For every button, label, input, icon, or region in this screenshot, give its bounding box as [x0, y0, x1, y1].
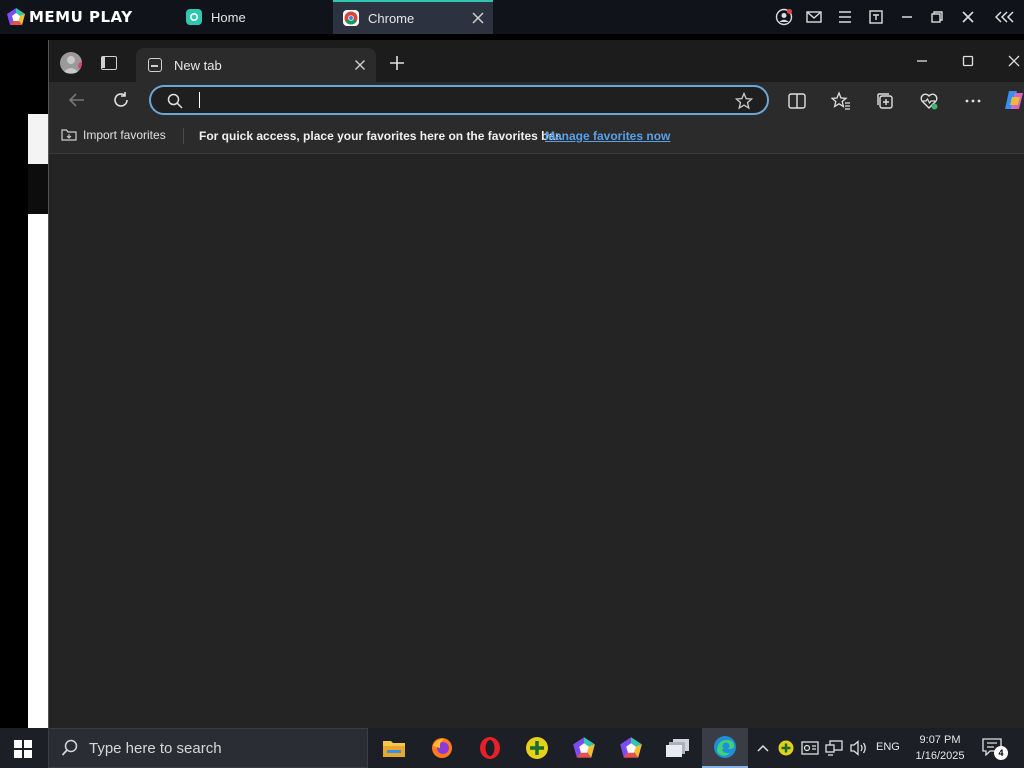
address-bar[interactable] [149, 85, 769, 115]
import-folder-icon [61, 129, 77, 141]
clock-time: 9:07 PM [919, 734, 961, 746]
notifications-button[interactable]: 4 [982, 738, 1008, 760]
edge-minimize-icon[interactable] [915, 54, 929, 68]
memu-tab-label: Chrome [368, 10, 415, 26]
copilot-icon[interactable] [1003, 89, 1024, 111]
profile-avatar[interactable] [60, 52, 82, 74]
browser-essentials-icon[interactable] [919, 91, 939, 111]
clock-date: 1/16/2025 [915, 750, 965, 762]
profile-badge [78, 62, 82, 69]
new-tab-page-icon [148, 58, 162, 72]
back-arrow-icon[interactable] [67, 90, 87, 110]
tab-new-tab[interactable]: New tab [136, 48, 376, 82]
favorites-hint-text: For quick access, place your favorites h… [199, 129, 563, 143]
memu-multi-icon[interactable] [514, 728, 560, 768]
edge-titlebar: New tab [49, 40, 1024, 82]
mail-icon[interactable] [805, 8, 823, 26]
favorites-bar: Import favorites For quick access, place… [49, 118, 1024, 154]
close-tab-icon[interactable] [471, 11, 485, 25]
memu-home-icon [186, 9, 202, 25]
split-screen-icon[interactable] [787, 91, 807, 111]
close-icon[interactable] [959, 8, 977, 26]
collapse-sidebar-icon[interactable] [994, 8, 1016, 26]
memu-tab-chrome[interactable]: Chrome [333, 0, 493, 34]
memu-icon-2[interactable] [608, 728, 654, 768]
new-tab-page-content [49, 154, 1024, 728]
favorites-divider [183, 128, 184, 144]
taskbar-search-placeholder: Type here to search [89, 739, 222, 757]
android-strip [28, 114, 48, 164]
manage-favorites-link[interactable]: Manage favorites now [545, 129, 670, 143]
menu-icon[interactable] [836, 8, 854, 26]
tab-actions-icon[interactable] [101, 56, 117, 70]
minimize-icon[interactable] [898, 8, 916, 26]
memu-logo: MEMU PLAY [6, 7, 133, 27]
tab-title: New tab [174, 57, 222, 73]
volume-icon[interactable] [850, 739, 868, 757]
more-options-icon[interactable] [963, 91, 983, 111]
memu-icon[interactable] [561, 728, 607, 768]
file-explorer-icon[interactable] [371, 728, 417, 768]
search-icon [167, 93, 183, 109]
android-dark-band [28, 164, 48, 214]
account-icon[interactable] [775, 8, 793, 26]
edge-maximize-icon[interactable] [961, 54, 975, 68]
import-favorites-button[interactable]: Import favorites [61, 128, 166, 142]
address-input[interactable] [195, 91, 715, 109]
windows-taskbar: Type here to search ENG 9:07 PM 1/16/202… [0, 728, 1024, 768]
windows-start-icon[interactable] [14, 740, 32, 758]
memu-brand-text: MEMU PLAY [29, 8, 133, 26]
taskbar-clock[interactable]: 9:07 PM 1/16/2025 [906, 732, 974, 764]
android-white-panel [28, 214, 48, 728]
android-background [0, 34, 48, 728]
opera-icon[interactable] [467, 728, 513, 768]
restore-icon[interactable] [928, 8, 946, 26]
taskbar-search-box[interactable]: Type here to search [48, 728, 368, 768]
refresh-icon[interactable] [111, 90, 131, 110]
memu-tab-label: Home [211, 9, 246, 25]
screenshot-window-icon[interactable] [867, 8, 885, 26]
memu-logo-icon [7, 8, 25, 25]
memu-multi-tray-icon[interactable] [777, 739, 795, 757]
text-cursor [199, 92, 200, 108]
edge-toolbar [49, 82, 1024, 118]
chrome-icon [343, 10, 359, 26]
show-hidden-icons-chevron-icon[interactable] [754, 739, 772, 757]
network-icon[interactable] [825, 739, 843, 757]
new-tab-plus-icon[interactable] [389, 55, 405, 71]
multitask-icon[interactable] [655, 728, 701, 768]
add-favorite-star-icon[interactable] [735, 92, 753, 110]
memu-title-bar: MEMU PLAY Home Chrome [0, 0, 1024, 34]
firefox-icon[interactable] [419, 728, 465, 768]
edge-icon[interactable] [702, 728, 748, 768]
collections-icon[interactable] [875, 91, 895, 111]
edge-window: New tab Import favorites For quick acces… [48, 40, 1024, 728]
input-language[interactable]: ENG [876, 741, 900, 753]
memu-tab-home[interactable]: Home [180, 0, 330, 34]
import-favorites-label: Import favorites [83, 128, 166, 142]
notification-count-badge: 4 [994, 746, 1008, 760]
device-tray-icon[interactable] [801, 739, 819, 757]
favorites-icon[interactable] [831, 91, 851, 111]
close-tab-icon[interactable] [354, 59, 366, 71]
edge-close-icon[interactable] [1007, 54, 1021, 68]
search-icon [61, 739, 78, 756]
